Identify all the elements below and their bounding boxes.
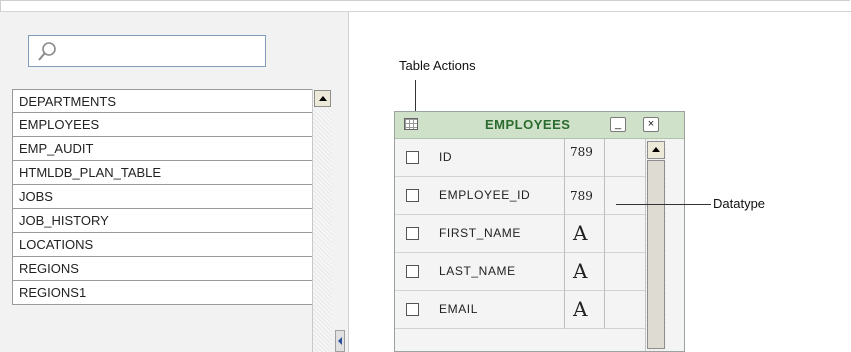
column-checkbox[interactable]	[406, 227, 419, 240]
minimize-button[interactable]: _	[610, 117, 626, 132]
list-item-regions[interactable]: REGIONS	[12, 257, 318, 281]
column-name: ID	[439, 150, 453, 164]
magnifier-icon	[38, 42, 56, 61]
column-extra-cell	[605, 291, 645, 329]
column-row: LAST_NAME A	[395, 253, 684, 291]
column-name: EMAIL	[439, 302, 479, 316]
column-name-cell: EMPLOYEE_ID	[395, 177, 565, 215]
datatype-cell: A	[565, 215, 605, 253]
list-item-employees[interactable]: EMPLOYEES	[12, 113, 318, 137]
column-name-cell: ID	[395, 139, 565, 177]
column-checkbox[interactable]	[406, 151, 419, 164]
number-type-icon: 789	[570, 189, 593, 203]
column-row: EMAIL A	[395, 291, 684, 329]
close-icon: ×	[647, 118, 655, 130]
table-list: DEPARTMENTS EMPLOYEES EMP_AUDIT HTMLDB_P…	[12, 89, 318, 305]
close-button[interactable]: ×	[643, 117, 659, 132]
column-checkbox[interactable]	[406, 265, 419, 278]
table-card-title: EMPLOYEES	[485, 117, 571, 132]
column-row: FIRST_NAME A	[395, 215, 684, 253]
list-scroll-up-button[interactable]	[314, 90, 331, 107]
column-scroll-up-button[interactable]	[647, 141, 665, 159]
column-name: EMPLOYEE_ID	[439, 188, 531, 202]
list-item-locations[interactable]: LOCATIONS	[12, 233, 318, 257]
column-name: FIRST_NAME	[439, 226, 522, 240]
table-actions-callout: Table Actions	[399, 58, 476, 73]
list-item-emp-audit[interactable]: EMP_AUDIT	[12, 137, 318, 161]
search-input[interactable]	[28, 35, 266, 67]
table-card-employees: EMPLOYEES _ × ID 789 EMPLOYEE_ID 789 FIR…	[394, 111, 685, 352]
text-type-icon: A	[573, 297, 588, 321]
datatype-cell: A	[565, 291, 605, 329]
column-scroll-thumb[interactable]	[647, 160, 665, 349]
list-item-regions1[interactable]: REGIONS1	[12, 281, 318, 305]
column-extra-cell	[605, 139, 645, 177]
list-item-departments[interactable]: DEPARTMENTS	[12, 89, 318, 113]
column-checkbox[interactable]	[406, 303, 419, 316]
column-scrollbar[interactable]	[645, 139, 666, 351]
column-name-cell: LAST_NAME	[395, 253, 565, 291]
column-checkbox[interactable]	[406, 189, 419, 202]
column-name-cell: FIRST_NAME	[395, 215, 565, 253]
table-grid-icon[interactable]	[404, 118, 418, 130]
column-extra-cell	[605, 215, 645, 253]
column-row: EMPLOYEE_ID 789	[395, 177, 684, 215]
number-type-icon: 789	[570, 145, 593, 159]
list-item-jobs[interactable]: JOBS	[12, 185, 318, 209]
left-arrow-icon	[338, 337, 342, 345]
column-row: ID 789	[395, 139, 684, 177]
minimize-icon: _	[614, 118, 622, 130]
collapse-panel-button[interactable]	[335, 330, 345, 352]
text-type-icon: A	[573, 259, 588, 283]
table-card-header: EMPLOYEES _ ×	[395, 112, 684, 139]
datatype-cell: 789	[565, 177, 605, 215]
datatype-cell: A	[565, 253, 605, 291]
datatype-leader-line	[616, 204, 711, 205]
column-extra-cell	[605, 253, 645, 291]
column-name: LAST_NAME	[439, 264, 516, 278]
datatype-callout: Datatype	[713, 196, 766, 211]
up-arrow-icon	[652, 147, 660, 152]
up-arrow-icon	[319, 96, 327, 101]
column-extra-cell	[605, 177, 645, 215]
list-item-htmldb-plan-table[interactable]: HTMLDB_PLAN_TABLE	[12, 161, 318, 185]
datatype-cell: 789	[565, 139, 605, 177]
list-item-job-history[interactable]: JOB_HISTORY	[12, 209, 318, 233]
column-name-cell: EMAIL	[395, 291, 565, 329]
text-type-icon: A	[573, 221, 588, 245]
list-scrollbar[interactable]	[312, 89, 332, 352]
